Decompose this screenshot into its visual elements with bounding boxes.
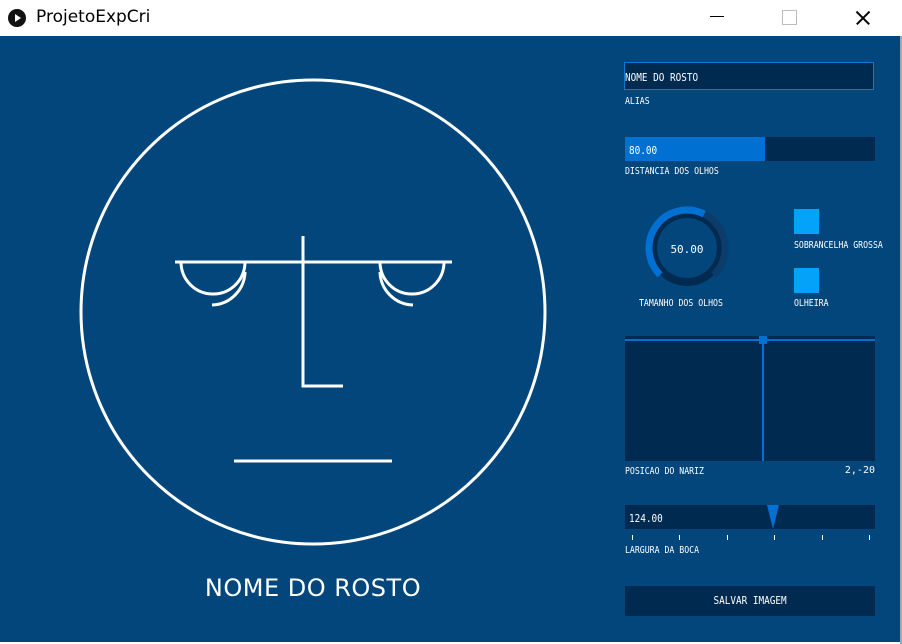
left-eye [179,261,247,296]
mouth-width-tick [727,535,728,540]
nose-position-pad[interactable] [625,336,875,461]
close-icon[interactable] [840,0,886,36]
thick-eyebrow-toggle[interactable] [794,209,819,234]
maximize-icon[interactable] [766,0,812,36]
nose-pad-vertical-line [762,336,764,461]
eye-distance-label: DISTANCIA DOS OLHOS [625,166,719,177]
dark-circles-toggle[interactable] [794,268,819,293]
nose-position-label: POSICAO DO NARIZ [625,466,704,477]
mouth-width-label: LARGURA DA BOCA [625,545,700,556]
mouth-width-slider[interactable]: 124.00 [625,505,875,529]
nose [301,236,343,388]
nose-position-value: 2,-20 [844,465,875,476]
sketch-canvas: NOME DO ROSTO NOME DO ROSTO ALIAS 80.00 … [0,36,900,642]
mouth-width-tick [632,535,633,540]
app-play-icon [8,9,26,27]
save-image-button[interactable]: SALVAR IMAGEM [625,586,875,616]
eye-distance-slider[interactable]: 80.00 [625,137,875,161]
window-title: ProjetoExpCri [36,7,151,27]
nose-pad-handle[interactable] [759,336,767,344]
mouth-width-tick [869,535,870,540]
dark-circles-label: OLHEIRA [794,298,829,309]
mouth-width-tick [822,535,823,540]
face-drawing [79,78,547,546]
alias-input[interactable]: NOME DO ROSTO [624,62,874,90]
alias-label: ALIAS [625,96,650,107]
face-outline [79,78,547,546]
face-name-label: NOME DO ROSTO [204,574,422,602]
right-eye [378,261,446,296]
eye-size-label: TAMANHO DOS OLHOS [639,298,723,309]
mouth-width-handle[interactable] [767,505,779,529]
save-image-button-label[interactable]: SALVAR IMAGEM [713,586,786,616]
eye-distance-value: 80.00 [629,144,658,157]
mouth-width-value: 124.00 [629,512,663,525]
eye-size-value: 50.00 [670,243,704,256]
nose-pad-horizontal-line [625,339,875,341]
mouth-width-tick [774,535,775,540]
mouth-width-tick [679,535,680,540]
thick-eyebrow-label: SOBRANCELHA GROSSA [794,240,883,251]
minimize-icon[interactable] [694,0,740,36]
title-bar: ProjetoExpCri [0,0,902,36]
alias-input-value[interactable]: NOME DO ROSTO [625,71,698,84]
